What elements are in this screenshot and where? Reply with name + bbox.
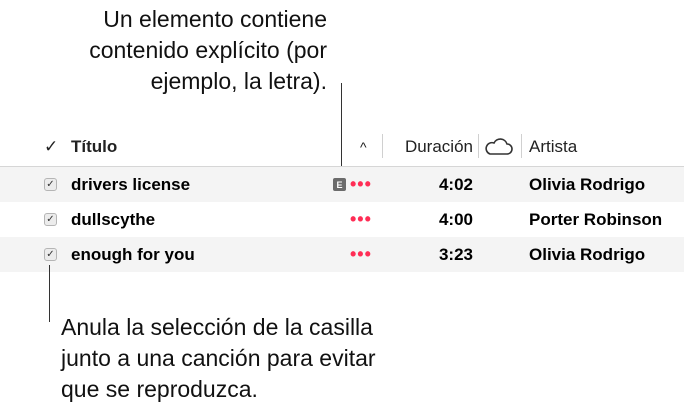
- column-header-title[interactable]: Título: [71, 128, 117, 166]
- song-row[interactable]: ✓ drivers license E ••• 4:02 Olivia Rodr…: [0, 167, 684, 202]
- song-duration: 3:23: [438, 244, 473, 264]
- song-artist: Olivia Rodrigo: [529, 174, 646, 194]
- more-options-button[interactable]: •••: [350, 237, 372, 272]
- song-checkbox[interactable]: ✓: [44, 213, 57, 226]
- explicit-callout-line-1: Un elemento contiene: [103, 6, 327, 32]
- column-header-artist[interactable]: Artista: [529, 128, 577, 166]
- song-artist: Olivia Rodrigo: [529, 244, 646, 264]
- song-duration: 4:00: [438, 209, 473, 229]
- column-header-check[interactable]: ✓: [44, 128, 58, 166]
- more-options-button[interactable]: •••: [350, 202, 372, 237]
- song-list-header: ✓ Título ^ Duración Artista: [0, 128, 684, 167]
- column-divider[interactable]: [382, 134, 383, 158]
- column-divider[interactable]: [521, 134, 522, 158]
- explicit-callout-line-2: contenido explícito (por: [89, 37, 327, 63]
- song-list: ✓ Título ^ Duración Artista ✓ drivers li…: [0, 128, 684, 272]
- explicit-callout-line-3: ejemplo, la letra).: [150, 68, 327, 94]
- checkbox-callout-leader: [49, 265, 50, 322]
- song-title: dullscythe: [71, 209, 156, 229]
- song-row[interactable]: ✓ enough for you ••• 3:23 Olivia Rodrigo: [0, 237, 684, 272]
- song-duration: 4:02: [438, 174, 473, 194]
- song-row[interactable]: ✓ dullscythe ••• 4:00 Porter Robinson: [0, 202, 684, 237]
- checkbox-callout-line-1: Anula la selección de la casilla: [61, 314, 373, 340]
- explicit-callout: Un elemento contiene contenido explícito…: [89, 4, 327, 97]
- checkbox-callout-line-3: que se reproduzca.: [61, 376, 258, 402]
- checkbox-callout-line-2: junto a una canción para evitar: [61, 345, 376, 371]
- song-title: enough for you: [71, 244, 195, 264]
- cloud-icon: [485, 138, 513, 155]
- column-header-duration[interactable]: Duración: [389, 128, 473, 166]
- explicit-badge-icon: E: [333, 178, 346, 191]
- song-title: drivers license: [71, 174, 191, 194]
- more-options-button[interactable]: •••: [350, 167, 372, 202]
- column-divider[interactable]: [478, 134, 479, 158]
- checkbox-callout: Anula la selección de la casilla junto a…: [61, 312, 376, 405]
- sort-indicator-icon[interactable]: ^: [360, 128, 367, 166]
- column-header-cloud[interactable]: [482, 128, 514, 166]
- song-checkbox[interactable]: ✓: [44, 178, 57, 191]
- song-artist: Porter Robinson: [529, 209, 663, 229]
- song-checkbox[interactable]: ✓: [44, 248, 57, 261]
